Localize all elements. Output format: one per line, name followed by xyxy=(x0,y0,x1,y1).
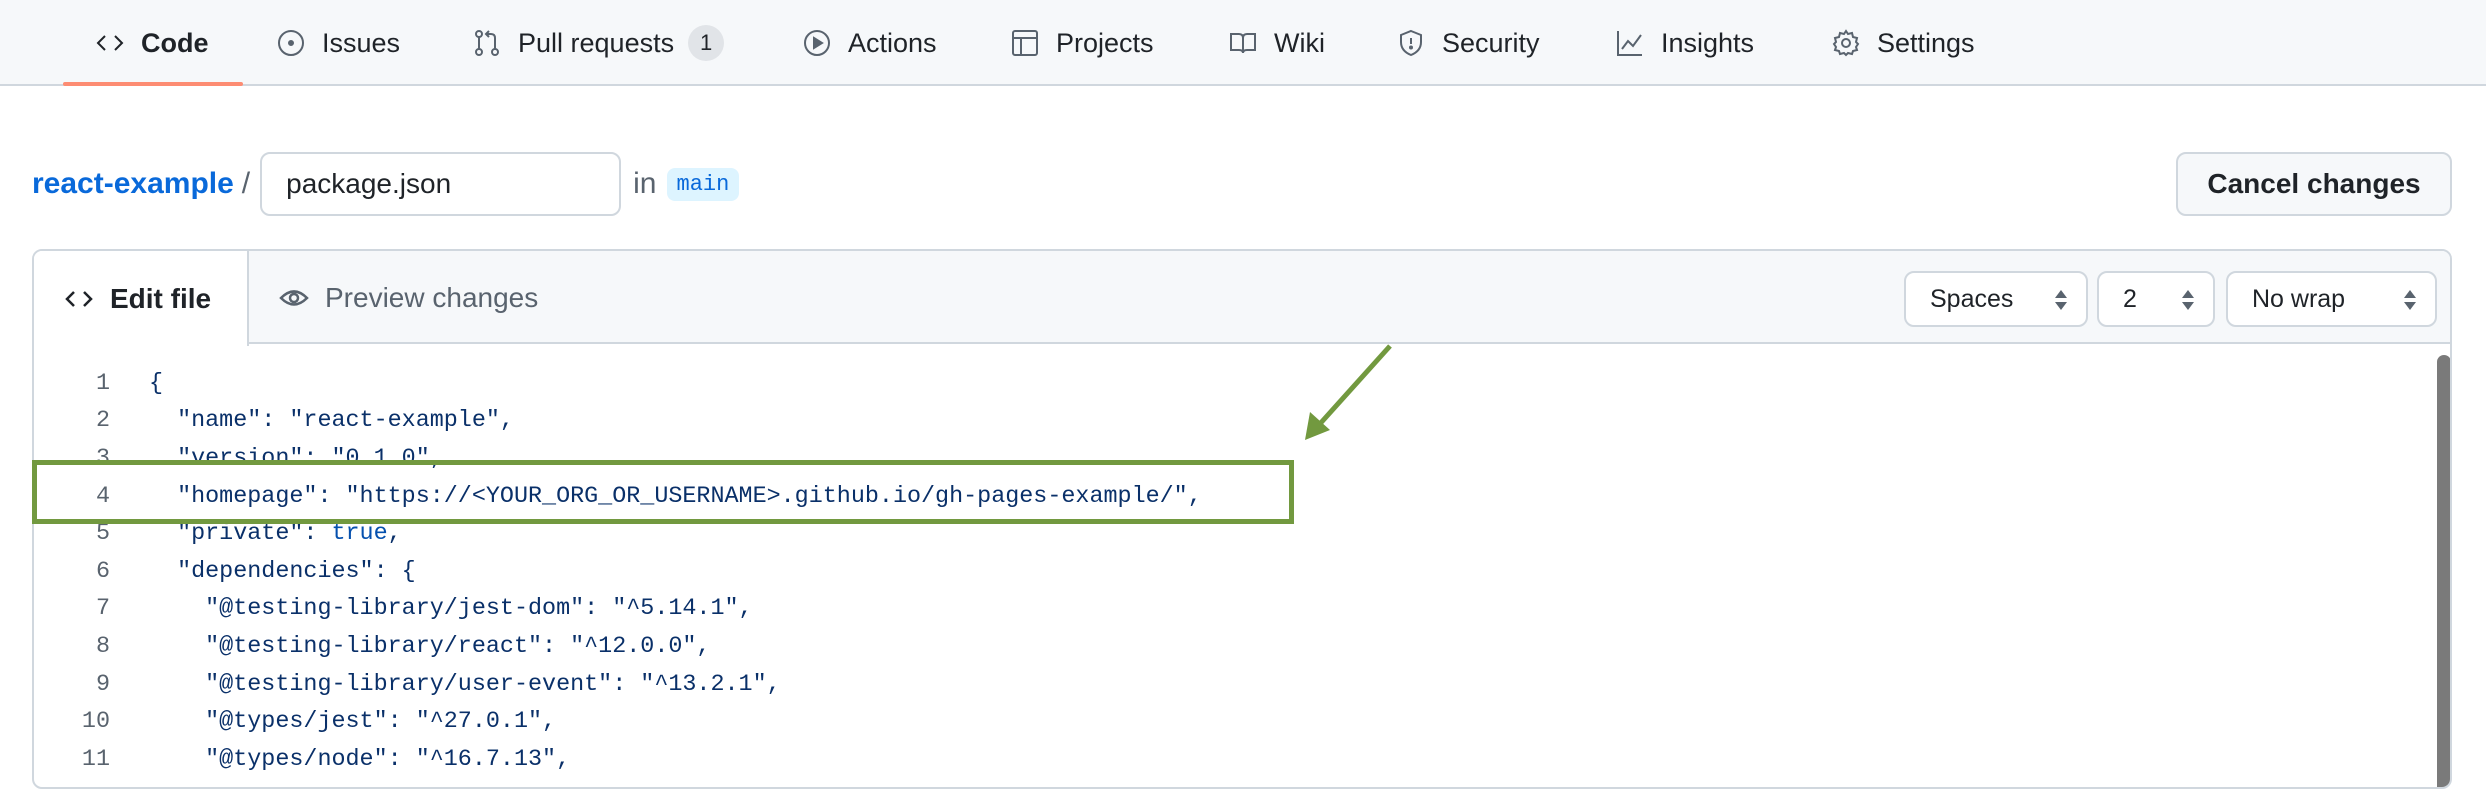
tab-label: Settings xyxy=(1877,27,1975,58)
line-text: { xyxy=(149,371,163,397)
pull-request-icon xyxy=(475,30,499,56)
tab-issues[interactable]: Issues xyxy=(276,0,400,86)
line-number: 8 xyxy=(95,633,110,660)
code-line[interactable]: 11 "@types/node": "^16.7.13", xyxy=(34,741,570,779)
code-text: "private": xyxy=(149,521,332,548)
tab-code[interactable]: Code xyxy=(95,0,209,86)
select-arrows-icon xyxy=(2055,290,2067,310)
code-icon xyxy=(65,290,93,307)
code-line[interactable]: 6 "dependencies": { xyxy=(34,553,416,591)
breadcrumb: react-example / in main xyxy=(32,152,740,216)
line-number: 9 xyxy=(95,671,110,698)
line-number: 11 xyxy=(81,746,110,773)
cancel-changes-button[interactable]: Cancel changes xyxy=(2176,152,2452,216)
code-text: { xyxy=(149,370,164,397)
code-keyword: true xyxy=(331,521,388,548)
tab-insights[interactable]: Insights xyxy=(1615,0,1754,86)
tab-preview-changes[interactable]: Preview changes xyxy=(249,251,568,344)
line-text: "name": "react-example", xyxy=(149,408,514,434)
gear-icon xyxy=(1832,29,1860,57)
line-text: "@types/node": "^16.7.13", xyxy=(149,747,570,773)
code-text: "name": "react-example", xyxy=(149,408,514,435)
tab-pull-requests[interactable]: Pull requests 1 xyxy=(472,0,725,86)
line-text: "@types/jest": "^27.0.1", xyxy=(149,709,556,735)
tab-label: Issues xyxy=(322,27,401,58)
branch-badge: main xyxy=(666,167,740,201)
code-text: "@types/jest": "^27.0.1", xyxy=(149,709,557,736)
tab-label: Edit file xyxy=(110,282,212,314)
pull-request-count-badge: 1 xyxy=(688,25,725,61)
code-line[interactable]: 1{ xyxy=(34,365,163,403)
line-number: 10 xyxy=(81,709,110,736)
tab-projects[interactable]: Projects xyxy=(1010,0,1154,86)
in-label: in xyxy=(633,167,657,200)
highlight-box xyxy=(32,460,1294,524)
shield-icon xyxy=(1400,29,1422,57)
code-text: "@testing-library/user-event": "^13.2.1"… xyxy=(149,671,781,698)
line-text: "@testing-library/user-event": "^13.2.1"… xyxy=(149,672,781,698)
tab-label: Code xyxy=(141,27,209,58)
tab-label: Insights xyxy=(1661,27,1755,58)
line-number: 1 xyxy=(95,370,110,397)
code-line[interactable]: 10 "@types/jest": "^27.0.1", xyxy=(34,703,556,741)
breadcrumb-separator: / xyxy=(241,167,251,200)
wrap-mode-value: No wrap xyxy=(2252,284,2346,313)
eye-icon xyxy=(279,289,309,306)
select-arrows-icon xyxy=(2182,290,2194,310)
tab-label: Preview changes xyxy=(325,281,539,313)
line-text: "dependencies": { xyxy=(149,559,416,585)
line-text: "@testing-library/react": "^12.0.0", xyxy=(149,634,710,660)
wrap-mode-select[interactable]: No wrap xyxy=(2226,271,2437,327)
tab-label: Actions xyxy=(848,27,937,58)
code-line[interactable]: 8 "@testing-library/react": "^12.0.0", xyxy=(34,628,711,666)
line-number: 6 xyxy=(95,558,110,585)
tab-security[interactable]: Security xyxy=(1396,0,1540,86)
tab-label: Security xyxy=(1442,27,1540,58)
line-number: 2 xyxy=(95,408,110,435)
filename-input[interactable] xyxy=(260,152,622,216)
table-icon xyxy=(1012,30,1038,56)
line-text: "@testing-library/jest-dom": "^5.14.1", xyxy=(149,596,753,623)
indent-size-select[interactable]: 2 xyxy=(2097,271,2215,327)
code-icon xyxy=(96,35,124,51)
tab-label: Projects xyxy=(1056,27,1154,58)
indent-mode-select[interactable]: Spaces xyxy=(1904,271,2088,327)
tab-wiki[interactable]: Wiki xyxy=(1228,0,1325,86)
editor-header: Edit file Preview changes Spaces 2 No wr… xyxy=(34,251,2450,346)
tab-label: Wiki xyxy=(1274,27,1325,58)
select-arrows-icon xyxy=(2404,290,2416,310)
tab-settings[interactable]: Settings xyxy=(1831,0,1975,86)
tab-actions[interactable]: Actions xyxy=(802,0,937,86)
tab-edit-file[interactable]: Edit file xyxy=(34,251,249,346)
indent-mode-value: Spaces xyxy=(1930,284,2014,313)
line-number: 5 xyxy=(95,521,110,548)
code-text: "@testing-library/react": "^12.0.0", xyxy=(149,633,711,660)
play-icon xyxy=(804,30,830,56)
line-number: 7 xyxy=(95,596,110,623)
code-line[interactable]: 7 "@testing-library/jest-dom": "^5.14.1"… xyxy=(34,591,753,629)
book-icon xyxy=(1230,33,1256,54)
line-text: "private": true, xyxy=(149,521,402,547)
graph-icon xyxy=(1617,31,1642,56)
repo-nav: Code Issues Pull requests 1 Actions Proj… xyxy=(0,0,2486,86)
code-text: "@testing-library/jest-dom": "^5.14.1", xyxy=(149,596,753,623)
code-line[interactable]: 9 "@testing-library/user-event": "^13.2.… xyxy=(34,666,781,704)
vertical-scrollbar[interactable] xyxy=(2437,355,2450,787)
code-line[interactable]: 2 "name": "react-example", xyxy=(34,403,514,441)
code-text: "@types/node": "^16.7.13", xyxy=(149,746,571,773)
issue-icon xyxy=(278,30,304,56)
code-text: , xyxy=(387,521,402,548)
tab-label: Pull requests xyxy=(518,27,675,58)
indent-size-value: 2 xyxy=(2123,284,2137,313)
code-text: "dependencies": { xyxy=(149,558,416,585)
repo-link[interactable]: react-example xyxy=(32,167,234,201)
active-tab-indicator xyxy=(63,82,243,86)
